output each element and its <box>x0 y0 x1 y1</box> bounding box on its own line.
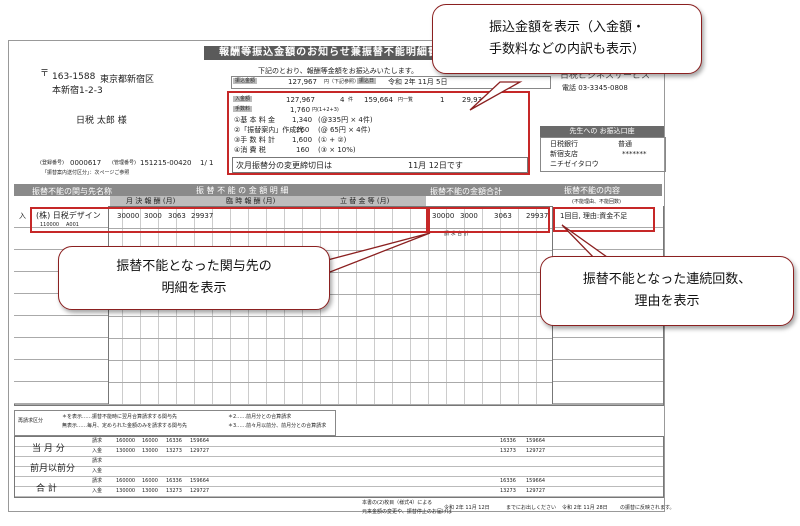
callout-transfer-amount: 振込金額を表示（入金額・ 手数料などの内訳も表示） <box>432 4 702 74</box>
callout-transfer-line1: 振込金額を表示（入金額・ <box>488 20 645 35</box>
callout-reason-line1: 振替不能となった連続回数、 <box>582 272 752 287</box>
callout-transfer-line2: 手数料などの内訳も表示） <box>488 42 645 57</box>
callout-reason: 振替不能となった連続回数、 理由を表示 <box>540 256 794 326</box>
connector-2 <box>318 232 431 273</box>
callout-client-line2: 明細を表示 <box>161 281 227 296</box>
callout-client-line1: 振替不能となった関与先の <box>116 259 272 274</box>
callout-reason-line2: 理由を表示 <box>634 294 700 309</box>
notice-form: 報酬等振込金額のお知らせ兼振替不能明細書 下記のとおり、報酬等金額をお振込みいた… <box>0 0 800 526</box>
connector-1 <box>469 81 523 111</box>
callout-client-detail: 振替不能となった関与先の 明細を表示 <box>58 246 330 310</box>
